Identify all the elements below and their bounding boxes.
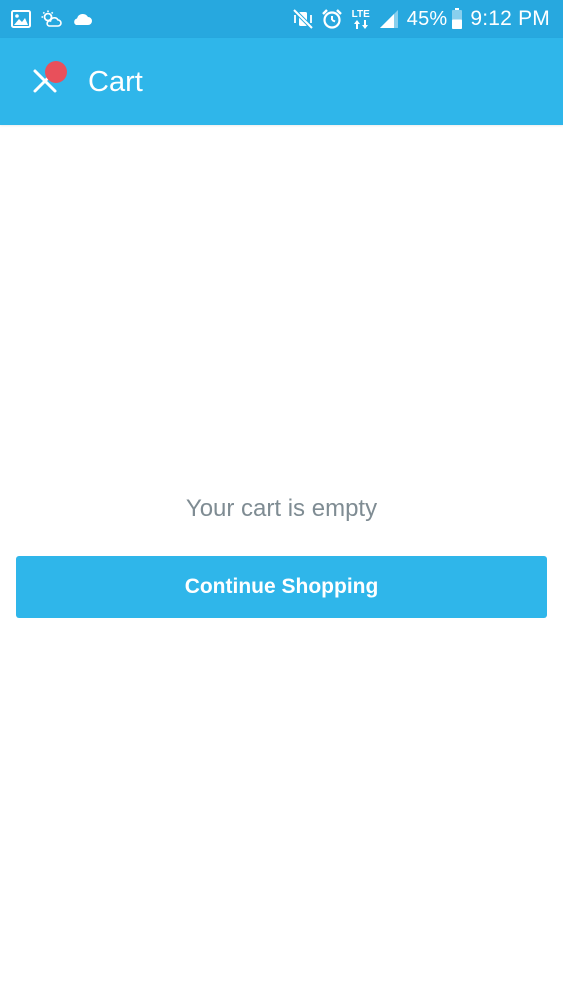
- cloud-icon: [71, 11, 93, 27]
- status-right-icons: LTE 45% 9:12 PM: [285, 4, 550, 34]
- battery-percent: 45%: [406, 7, 448, 30]
- lte-icon: LTE: [350, 8, 372, 29]
- page-title: Cart: [88, 66, 143, 98]
- status-bar: LTE 45% 9:12 PM: [0, 0, 563, 38]
- empty-cart-message: Your cart is empty: [185, 495, 378, 522]
- alarm-icon: [321, 8, 343, 30]
- gallery-icon: [11, 10, 31, 28]
- app-bar: Cart: [0, 38, 563, 125]
- clock-time: 9:12 PM: [470, 7, 550, 30]
- vibrate-mute-icon: [292, 8, 314, 30]
- weather-icon: [40, 10, 62, 28]
- close-button[interactable]: [22, 58, 68, 104]
- lte-label: LTE: [351, 8, 370, 20]
- signal-icon: [379, 9, 399, 29]
- status-left-icons: [11, 7, 102, 31]
- battery-icon: [451, 8, 463, 30]
- continue-shopping-button[interactable]: Continue Shopping: [16, 556, 547, 618]
- notification-dot: [45, 61, 67, 83]
